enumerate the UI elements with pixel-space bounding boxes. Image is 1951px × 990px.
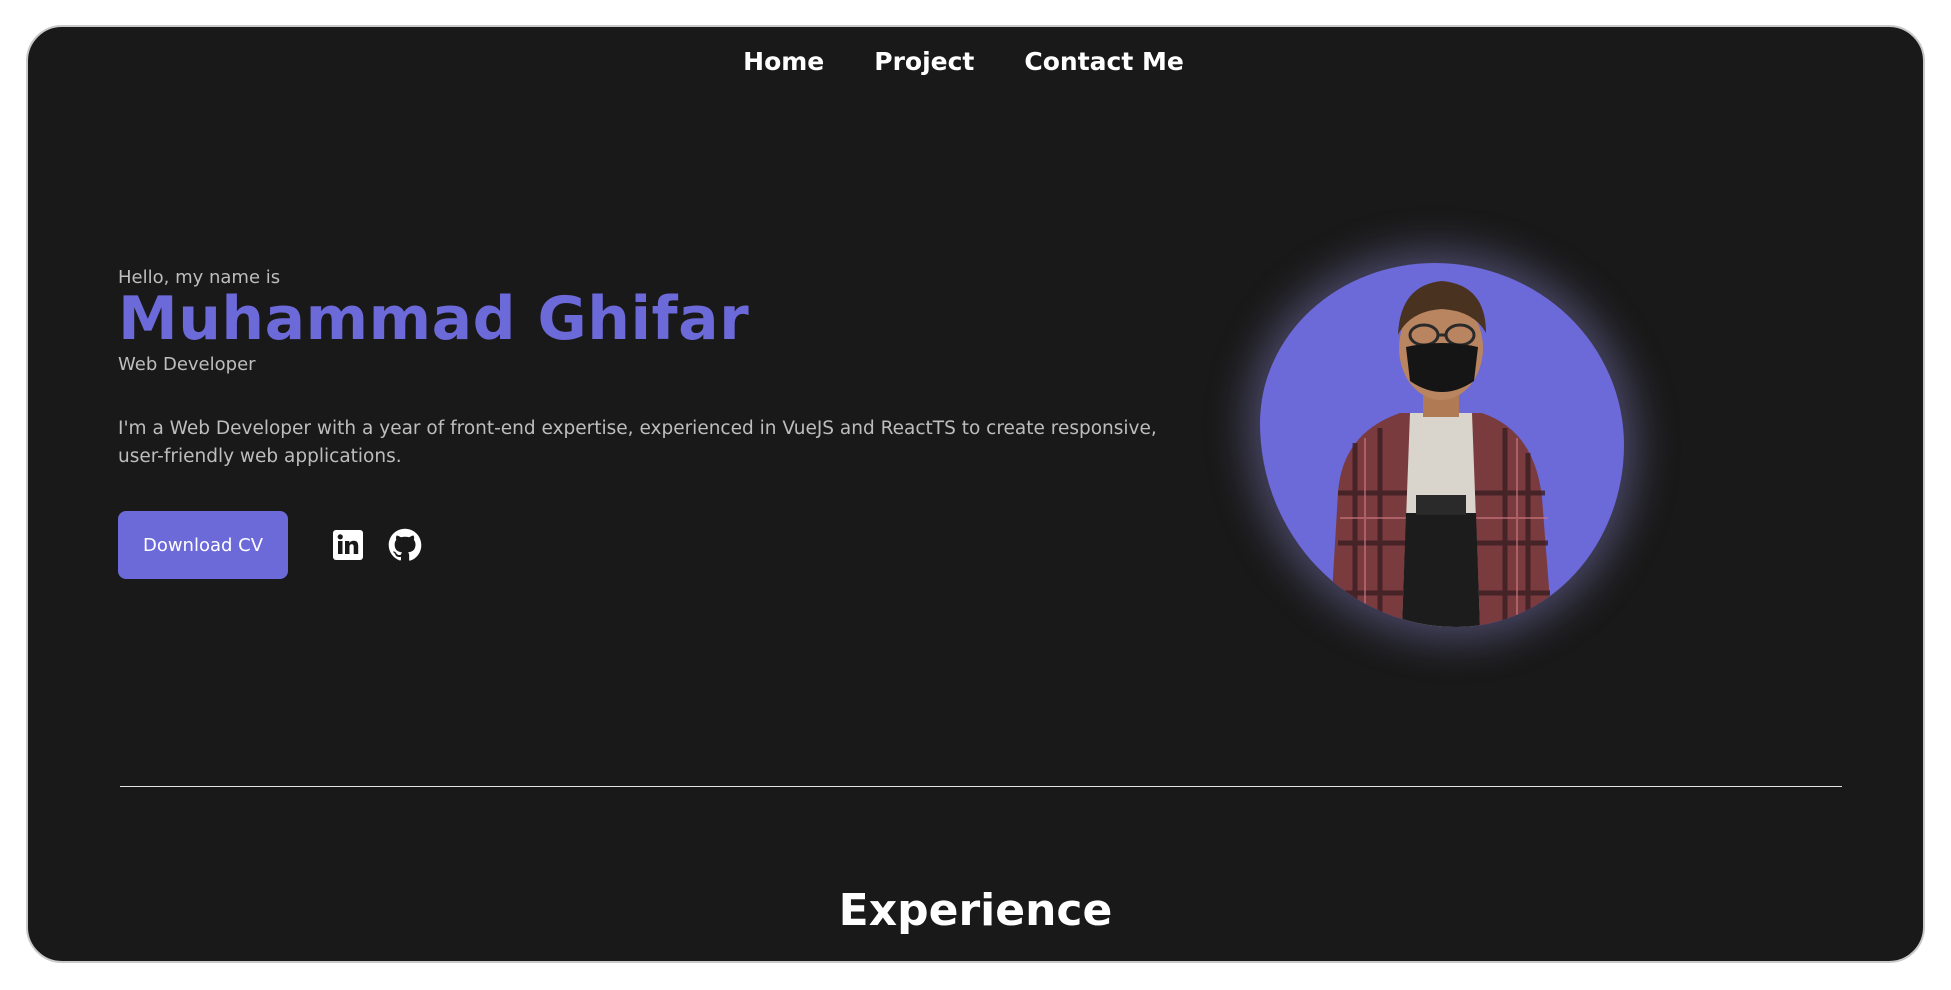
- nav-project[interactable]: Project: [874, 47, 974, 76]
- profile-photo: [1260, 263, 1624, 627]
- experience-heading: Experience: [838, 885, 1113, 936]
- section-divider: [120, 786, 1842, 787]
- nav-contact-me[interactable]: Contact Me: [1024, 47, 1183, 76]
- hero-role: Web Developer: [118, 354, 256, 375]
- social-links: [332, 528, 422, 562]
- hero-intro: Hello, my name is Muhammad Ghifar Web De…: [118, 267, 1178, 579]
- download-cv-button[interactable]: Download CV: [118, 511, 288, 579]
- github-icon[interactable]: [388, 528, 422, 562]
- page-frame: Home Project Contact Me Hello, my name i…: [26, 25, 1925, 963]
- hero-bio: I'm a Web Developer with a year of front…: [118, 418, 1157, 467]
- top-nav: Home Project Contact Me: [28, 47, 1923, 76]
- nav-home[interactable]: Home: [743, 47, 824, 76]
- hero-name: Muhammad Ghifar: [118, 284, 750, 354]
- linkedin-icon[interactable]: [332, 529, 364, 561]
- hero-actions: Download CV: [118, 511, 1178, 579]
- person-illustration: [1330, 281, 1552, 627]
